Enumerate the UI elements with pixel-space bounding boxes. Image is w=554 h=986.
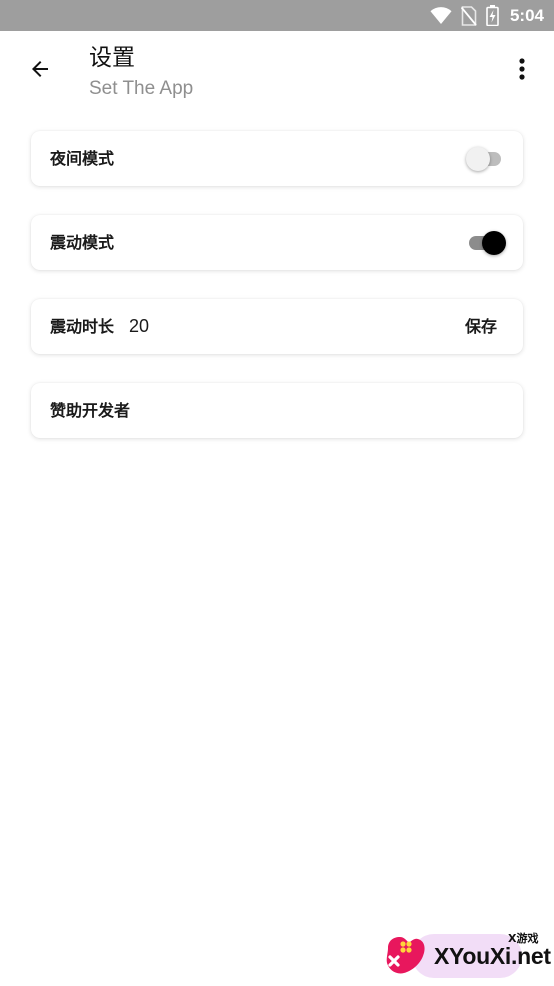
page-subtitle: Set The App — [89, 78, 194, 99]
battery-charging-icon — [486, 5, 499, 26]
vibration-duration-card: 震动时长 保存 — [31, 299, 523, 354]
night-mode-label: 夜间模式 — [50, 149, 115, 168]
night-mode-switch[interactable] — [466, 146, 506, 172]
night-mode-card: 夜间模式 — [31, 131, 523, 186]
vibration-mode-label: 震动模式 — [50, 233, 115, 252]
app-bar: 设置 Set The App — [0, 31, 554, 113]
watermark-brand: XYouXi.net — [434, 943, 551, 969]
no-sim-icon — [460, 5, 477, 26]
wifi-icon — [430, 6, 452, 25]
vibration-duration-input[interactable] — [129, 313, 249, 340]
status-icons: 5:04 — [430, 0, 544, 31]
watermark: X游戏 XYouXi.net — [382, 926, 551, 982]
switch-thumb — [482, 231, 506, 255]
save-button[interactable]: 保存 — [465, 299, 497, 354]
more-options-button[interactable] — [508, 53, 536, 89]
status-time: 5:04 — [509, 5, 544, 25]
vibration-mode-card: 震动模式 — [31, 215, 523, 270]
sponsor-developer-label: 赞助开发者 — [50, 401, 131, 420]
more-vert-icon — [519, 58, 525, 84]
sponsor-developer-card[interactable]: 赞助开发者 — [31, 383, 523, 438]
back-button[interactable] — [20, 53, 60, 89]
vibration-duration-label: 震动时长 — [50, 317, 115, 336]
page-title: 设置 — [89, 45, 135, 71]
arrow-back-icon — [28, 57, 52, 85]
vibration-mode-switch[interactable] — [466, 230, 506, 256]
status-bar: 5:04 — [0, 0, 554, 31]
gamepad-logo-icon — [382, 934, 428, 976]
switch-thumb — [466, 147, 490, 171]
